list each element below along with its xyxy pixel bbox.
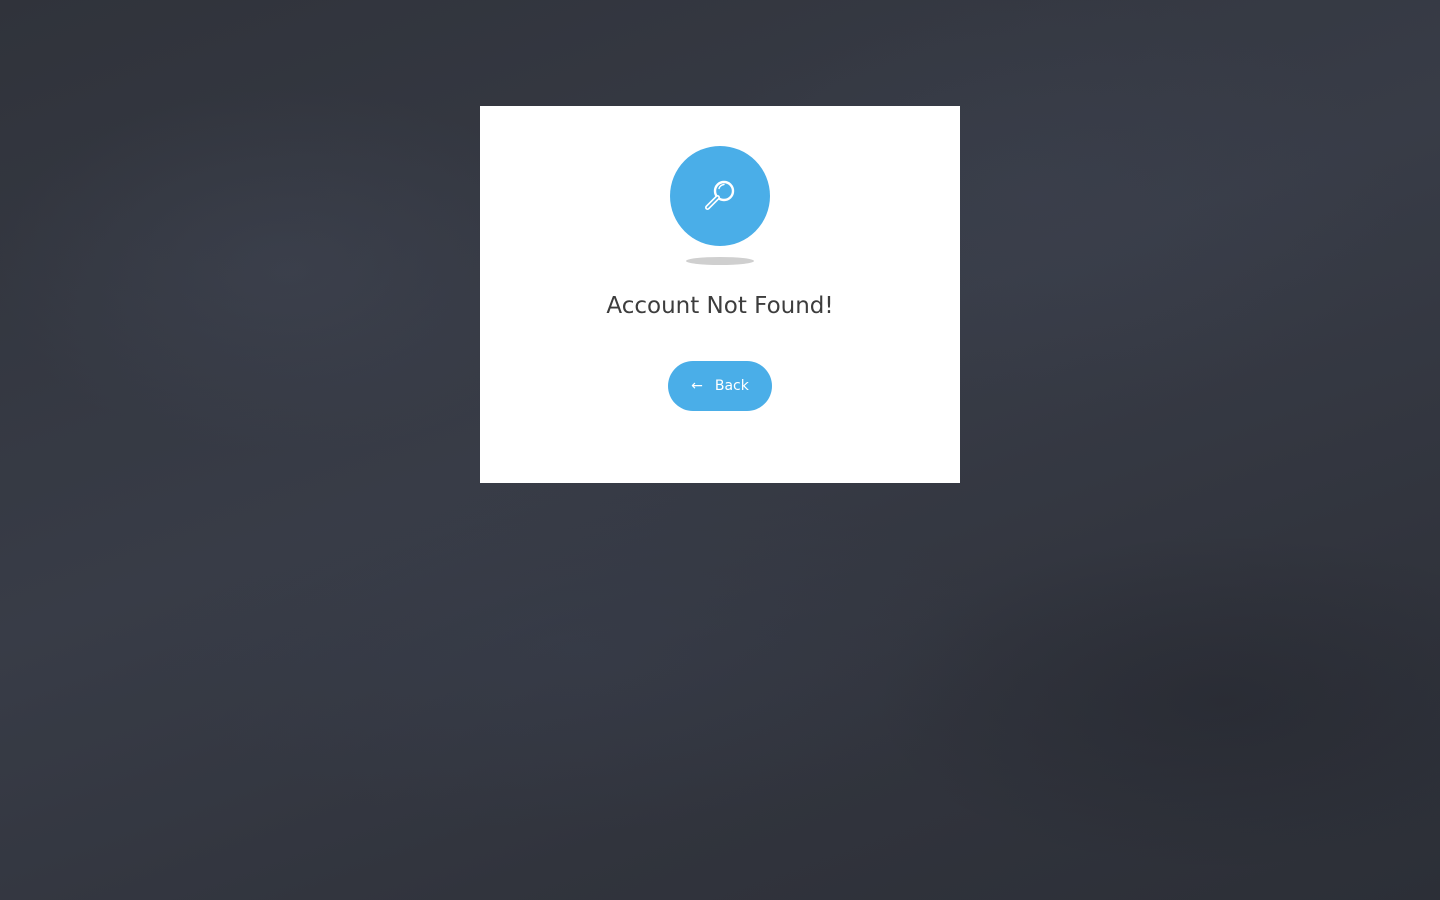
arrow-left-icon: ←: [691, 378, 703, 394]
back-button[interactable]: ← Back: [668, 361, 772, 411]
error-dialog: Account Not Found! ← Back: [480, 106, 960, 483]
icon-shadow: [686, 257, 754, 265]
back-button-label: Back: [714, 378, 749, 394]
magnifying-glass-icon: [705, 180, 735, 210]
search-badge: [670, 146, 770, 246]
error-title: Account Not Found!: [606, 293, 834, 319]
